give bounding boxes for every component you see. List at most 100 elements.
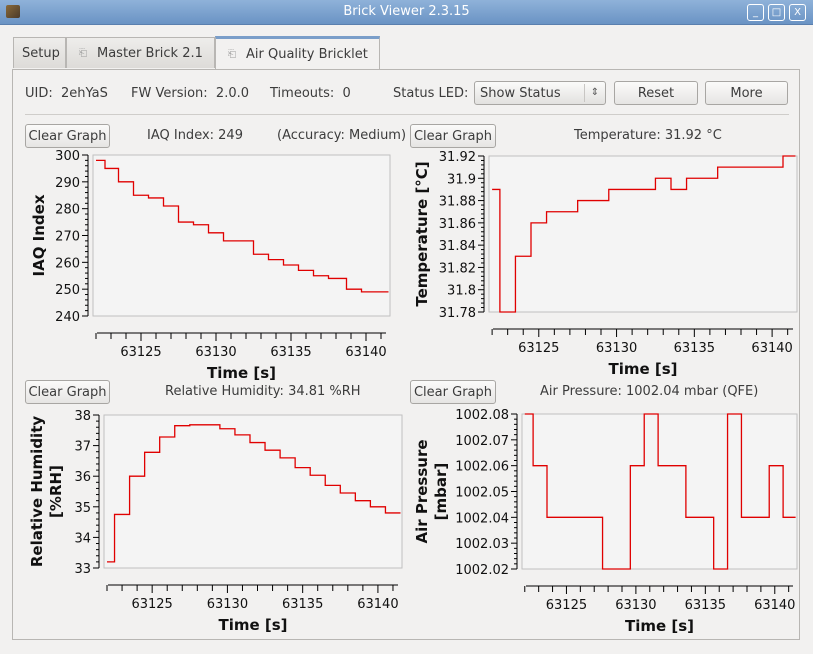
x-tick-label: 63125	[131, 597, 172, 612]
reset-button[interactable]: Reset	[614, 81, 698, 105]
y-axis-title: Temperature [°C]	[413, 161, 431, 306]
x-tick-label: 63135	[685, 598, 726, 613]
x-tick-label: 63135	[282, 597, 323, 612]
y-tick-label: 270	[55, 230, 80, 245]
tab-label: Setup	[22, 45, 60, 61]
air-pressure-value: Air Pressure: 1002.04 mbar (QFE)	[540, 384, 759, 399]
detach-icon[interactable]: ⎗	[79, 48, 87, 59]
y-axis-title: Relative Humidity	[28, 416, 46, 568]
y-axis-title: [mbar]	[432, 463, 450, 521]
iaq-index-chart: 240 250 260 270 280 290 300 63125 63130 63135 6314…	[20, 149, 410, 382]
x-axis-title: Time [s]	[625, 617, 694, 635]
x-axis-title: Time [s]	[218, 616, 287, 634]
y-tick-label: 280	[55, 203, 80, 218]
x-tick-label: 63130	[596, 341, 637, 356]
updown-arrow-icon: ⇕	[584, 84, 605, 102]
x-tick-label: 63130	[195, 345, 236, 360]
x-tick-label: 63130	[207, 597, 248, 612]
x-tick-label: 63135	[270, 345, 311, 360]
humidity-chart: 33 34 35 36 37 38 63125 63130 63135 63140 Time [s]…	[20, 405, 410, 635]
plot-area	[103, 414, 403, 569]
uid-value: 2ehYaS	[61, 86, 108, 101]
y-tick-label: 260	[55, 256, 80, 271]
maximize-button[interactable]: □	[768, 4, 785, 21]
chart-svg: 240 250 260 270 280 290 300 63125 63130 63135 6314…	[30, 149, 391, 382]
x-axis-title: Time [s]	[207, 364, 276, 382]
uid-label: UID: 2ehYaS	[25, 86, 108, 101]
y-tick-label: 1002.08	[455, 408, 509, 423]
y-axis-title: IAQ Index	[30, 194, 48, 276]
y-tick-label: 31.9	[447, 172, 476, 187]
y-tick-label: 35	[74, 501, 91, 516]
tab-air-quality-bricklet[interactable]: ⎗ Air Quality Bricklet	[215, 36, 380, 70]
status-led-value: Show Status	[480, 85, 561, 101]
y-tick-label: 38	[74, 409, 91, 424]
x-tick-label: 63140	[754, 598, 795, 613]
status-led-label: Status LED:	[393, 86, 469, 101]
x-tick-label: 63140	[357, 597, 398, 612]
minimize-button[interactable]: _	[747, 4, 764, 21]
timeouts-value: 0	[342, 86, 351, 101]
y-tick-label: 31.86	[439, 217, 476, 232]
iaq-accuracy-value: (Accuracy: Medium)	[277, 128, 407, 143]
chart-svg: 31.78 31.8 31.82 31.84 31.86 31.88 31.9 31.92 63…	[413, 150, 798, 378]
x-tick-label: 63125	[120, 345, 161, 360]
plot-area	[521, 413, 798, 570]
humidity-value: Relative Humidity: 34.81 %RH	[165, 384, 361, 399]
y-tick-label: 34	[74, 531, 91, 546]
y-tick-label: 300	[55, 149, 80, 164]
y-tick-label: 37	[74, 440, 91, 455]
tab-label: Master Brick 2.1	[97, 45, 203, 61]
more-button[interactable]: More	[705, 81, 788, 105]
fw-version-value: 2.0.0	[215, 86, 249, 101]
y-tick-label: 31.88	[439, 195, 476, 210]
separator	[25, 114, 789, 115]
x-tick-label: 63140	[345, 345, 386, 360]
clear-graph-button-temperature[interactable]: Clear Graph	[410, 124, 496, 148]
y-tick-label: 1002.02	[455, 563, 509, 578]
y-tick-label: 250	[55, 283, 80, 298]
y-tick-label: 1002.05	[455, 486, 509, 501]
air-pressure-chart: 1002.02 1002.03 1002.04 1002.05 1002.06 1002.…	[405, 405, 800, 635]
close-button[interactable]: X	[789, 4, 806, 21]
clear-graph-button-iaq[interactable]: Clear Graph	[25, 124, 110, 148]
y-tick-label: 1002.04	[455, 511, 509, 526]
clear-graph-button-pressure[interactable]: Clear Graph	[410, 380, 496, 404]
y-tick-label: 36	[74, 470, 91, 485]
iaq-index-value: IAQ Index: 249	[147, 128, 243, 143]
y-tick-label: 31.78	[439, 306, 476, 321]
y-tick-label: 1002.07	[455, 434, 509, 449]
plot-area	[92, 154, 391, 317]
status-led-select[interactable]: Show Status ⇕	[474, 81, 606, 105]
plot-area	[488, 155, 798, 313]
fw-version-label: FW Version: 2.0.0	[131, 86, 249, 101]
temperature-chart: 31.78 31.8 31.82 31.84 31.86 31.88 31.9 31.92 63…	[405, 150, 800, 378]
window-title: Brick Viewer 2.3.15	[343, 4, 470, 19]
x-tick-label: 63130	[615, 598, 656, 613]
title-bar: Brick Viewer 2.3.15 _ □ X	[0, 0, 813, 25]
tab-setup[interactable]: Setup	[13, 37, 66, 68]
y-tick-label: 31.92	[439, 150, 476, 165]
x-axis-title: Time [s]	[608, 360, 677, 378]
y-tick-label: 31.84	[439, 239, 476, 254]
detach-icon[interactable]: ⎗	[228, 49, 236, 60]
y-tick-label: 290	[55, 176, 80, 191]
tab-master-brick[interactable]: ⎗ Master Brick 2.1	[66, 37, 215, 68]
y-axis-title: Air Pressure	[413, 439, 431, 543]
y-axis-title: [%RH]	[47, 465, 65, 518]
x-tick-label: 63140	[751, 341, 792, 356]
y-tick-label: 31.8	[447, 284, 476, 299]
y-tick-label: 33	[74, 562, 91, 577]
x-tick-label: 63125	[546, 598, 587, 613]
clear-graph-button-humidity[interactable]: Clear Graph	[25, 380, 110, 404]
y-tick-label: 240	[55, 310, 80, 325]
timeouts-label: Timeouts: 0	[270, 86, 351, 101]
y-tick-label: 1002.03	[455, 537, 509, 552]
temperature-value: Temperature: 31.92 °C	[574, 128, 722, 143]
tab-label: Air Quality Bricklet	[246, 47, 368, 62]
chart-svg: 33 34 35 36 37 38 63125 63130 63135 63140 Time [s]…	[28, 409, 403, 634]
chart-svg: 1002.02 1002.03 1002.04 1002.05 1002.06 1002.…	[413, 408, 798, 635]
x-tick-label: 63135	[674, 341, 715, 356]
x-tick-label: 63125	[518, 341, 559, 356]
y-tick-label: 1002.06	[455, 460, 509, 475]
